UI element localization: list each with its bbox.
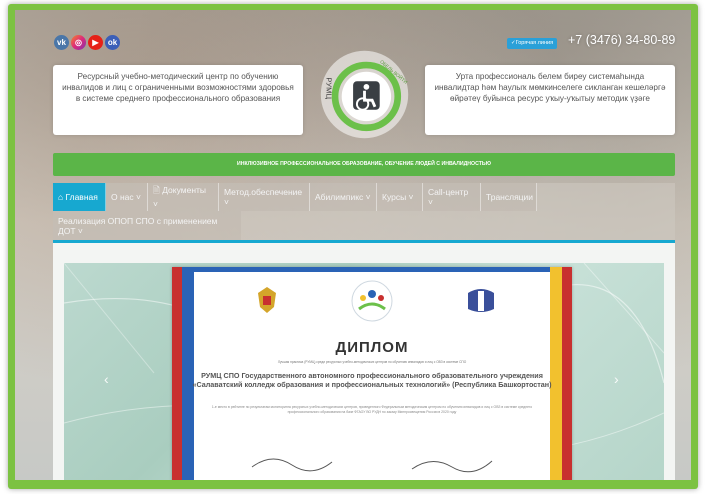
youtube-icon[interactable]: ▶ (88, 35, 103, 50)
main-navigation: ⌂ Главная О нас ˅ 🗎 Документы ˅ Метод.об… (53, 183, 675, 243)
slider-next-arrow[interactable]: › (614, 371, 619, 387)
vk-icon[interactable]: vk (54, 35, 69, 50)
main-content: ‹ › ДИПЛОМ Лучшая практика (РУМЦ) среди … (53, 243, 675, 480)
slider-prev-arrow[interactable]: ‹ (104, 371, 109, 387)
logo-letter: РУМЦ (325, 77, 334, 99)
inclusive-banner: ИНКЛЮЗИВНОЕ ПРОФЕССИОНАЛЬНОЕ ОБРАЗОВАНИЕ… (53, 153, 675, 176)
rumc-logo[interactable]: РУМЦ ОБЕЛЬ ВОЙТИ (317, 47, 412, 142)
nav-call-center[interactable]: Call-центр ˅ (423, 183, 481, 211)
page-frame: vk ◎ ▶ ok ✓Горячая линия +7 (3476) 34-80… (0, 0, 705, 494)
website-viewport: vk ◎ ▶ ok ✓Горячая линия +7 (3476) 34-80… (15, 10, 691, 480)
nav-documents[interactable]: 🗎 Документы ˅ (148, 183, 219, 211)
phone-number[interactable]: +7 (3476) 34-80-89 (568, 33, 675, 47)
university-logo-icon (468, 289, 494, 312)
nav-broadcasts[interactable]: Трансляции (481, 183, 537, 211)
nav-abilympics[interactable]: Абилимпикс ˅ (310, 183, 377, 211)
nav-home[interactable]: ⌂ Главная (53, 183, 106, 211)
center-logo-icon (351, 280, 393, 322)
nav-about[interactable]: О нас ˅ (106, 183, 148, 211)
diploma-title: ДИПЛОМ (335, 339, 409, 356)
russian-emblem-icon (258, 287, 276, 313)
nav-opop-dot[interactable]: Реализация ОПОП СПО с применением ДОТ ˅ (53, 211, 241, 240)
image-slider: ‹ › ДИПЛОМ Лучшая практика (РУМЦ) среди … (64, 263, 664, 480)
diploma-subtitle: Лучшая практика (РУМЦ) среди ресурсных у… (277, 360, 467, 364)
nav-courses[interactable]: Курсы ˅ (377, 183, 423, 211)
ok-icon[interactable]: ok (105, 35, 120, 50)
description-ba: Урта профессиональ белем биреу системаһы… (425, 65, 675, 135)
hotline-button[interactable]: ✓Горячая линия (507, 38, 558, 49)
social-links: vk ◎ ▶ ok (54, 35, 120, 50)
diploma-details: 1-е место в рейтинге по результатам мони… (211, 405, 533, 414)
nav-methodology[interactable]: Метод.обеспечение ˅ (219, 183, 310, 211)
description-ru: Ресурсный учебно-методический центр по о… (53, 65, 303, 135)
instagram-icon[interactable]: ◎ (71, 35, 86, 50)
diploma-awardee: РУМЦ СПО Государственного автономного пр… (192, 371, 552, 389)
diploma-image: ДИПЛОМ Лучшая практика (РУМЦ) среди ресу… (172, 267, 572, 480)
signatures (251, 458, 493, 473)
